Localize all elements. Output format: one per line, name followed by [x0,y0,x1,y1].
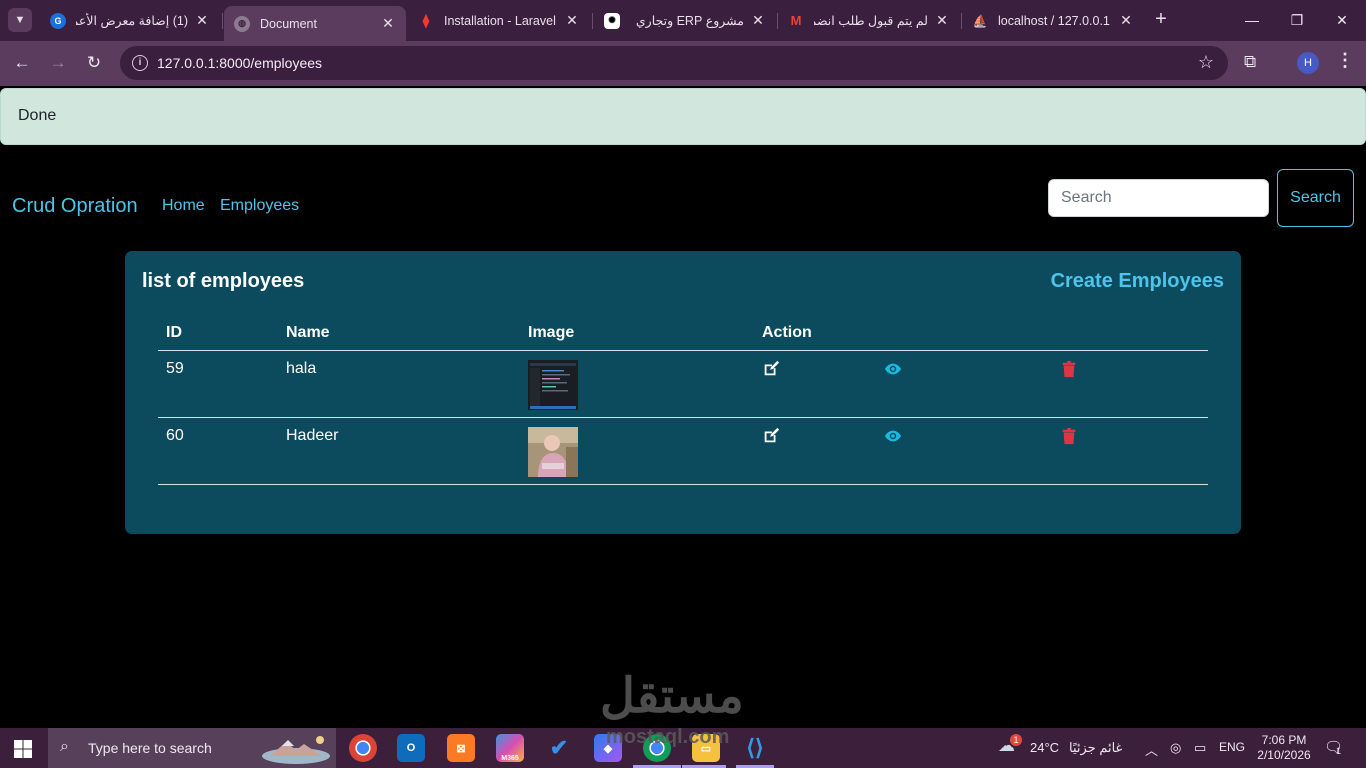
globe-icon: ◍ [234,15,250,32]
bookmark-star-icon[interactable]: ☆ [1198,52,1214,73]
url-text[interactable]: 127.0.0.1:8000/employees [157,55,322,71]
tab-title: Installation - Laravel 1 [444,13,558,28]
chevron-up-icon[interactable]: ︿ [1145,740,1158,759]
laravel-icon: ⧫ [422,12,430,28]
close-icon[interactable]: ✕ [380,15,396,32]
edit-icon[interactable] [762,360,780,378]
table-row: 60 Hadeer [158,418,1208,484]
header-id: ID [166,324,182,341]
phpmyadmin-icon: ⛵ [972,13,988,28]
windows-start-icon[interactable] [14,740,32,758]
tab-title: لم يتم قبول طلب انضمام [814,14,928,28]
header-action: Action [762,324,812,341]
system-clock[interactable]: 7:06 PM 2/10/2026 [1252,733,1316,763]
meet-now-icon[interactable]: ◎ [1170,740,1181,756]
web-page: Done Crud Opration Home Employees Search… [0,86,1366,728]
language-indicator[interactable]: ENG [1219,740,1245,754]
card-title: list of employees [142,270,305,292]
employee-image-thumbnail [528,427,578,477]
taskbar-search-placeholder: Type here to search [88,740,212,756]
cell-id: 59 [166,360,184,377]
watermark-arabic: مستقل [600,670,744,723]
tab-chatgpt[interactable]: ✺ مشروع ERP وتجاري ✕ [594,6,776,35]
tab-title: مشروع ERP وتجاري [635,14,744,28]
restore-icon[interactable]: ❐ [1277,8,1317,32]
weather-condition[interactable]: غائم جزئيًا [1069,740,1122,756]
gmail-icon: M [790,13,802,28]
m365-icon[interactable]: M365 [496,734,524,762]
cell-name: hala [286,360,317,377]
nav-link-employees[interactable]: Employees [220,197,299,215]
tab-title: Document [260,16,317,31]
tab-phpmyadmin[interactable]: ⛵ localhost / 127.0.0.1 / ✕ [962,6,1144,35]
table-row: 59 hala [158,351,1208,417]
network-icon[interactable]: ▭ [1194,740,1206,756]
chatgpt-icon: ✺ [604,12,620,29]
header-name: Name [286,324,330,341]
tab-separator [222,13,223,29]
more-menu-icon[interactable]: ⋮ [1336,50,1354,71]
watermark-latin: mostaql.com [606,726,730,748]
extensions-puzzle-icon[interactable]: ⧉ [1244,52,1256,72]
tab-title: (1) إضافة معرض الأعمال [76,14,188,28]
tab-document[interactable]: ◍ Document ✕ [224,6,406,41]
browser-toolbar: ← → ↻ i 127.0.0.1:8000/employees ☆ ⧉ H ⋮ [0,41,1366,86]
browser-tab-strip: ▼ G (1) إضافة معرض الأعمال ✕ ◍ Document … [0,0,1366,41]
tab-title: localhost / 127.0.0.1 / [998,13,1112,28]
close-icon[interactable]: ✕ [1118,12,1134,29]
employees-card: list of employees Create Employees ID Na… [125,251,1241,534]
success-alert: Done [0,88,1366,145]
tab-gmail[interactable]: M لم يتم قبول طلب انضمام ✕ [778,6,960,35]
address-bar[interactable]: i 127.0.0.1:8000/employees ☆ [120,46,1228,80]
forward-arrow-icon[interactable]: → [46,51,70,75]
close-icon[interactable]: ✕ [194,12,210,29]
tab-mostaql[interactable]: G (1) إضافة معرض الأعمال ✕ [40,6,220,35]
nav-link-home[interactable]: Home [162,197,205,215]
xampp-icon[interactable]: ⊠ [447,734,475,762]
close-icon[interactable]: ✕ [750,12,766,29]
vscode-icon[interactable]: ⟨⟩ [741,734,769,762]
chrome-icon[interactable] [349,734,377,762]
edit-icon[interactable] [762,427,780,445]
tab-search-chevron-icon[interactable]: ▼ [8,8,32,32]
tab-separator [592,13,593,29]
m365-label: M365 [501,755,519,762]
close-icon[interactable]: ✕ [564,12,580,29]
outlook-icon[interactable]: O [397,734,425,762]
search-icon: ⌕ [60,738,69,755]
new-tab-plus-icon[interactable]: + [1152,9,1170,30]
minimize-icon[interactable]: — [1232,8,1272,32]
cell-id: 60 [166,427,184,444]
reload-icon[interactable]: ↻ [82,51,106,75]
close-icon[interactable]: ✕ [934,12,950,29]
todo-check-icon[interactable]: ✔ [545,734,573,762]
mostaql-icon: G [50,12,66,29]
search-highlight-landscape-icon [262,736,330,764]
site-info-icon[interactable]: i [132,55,148,71]
back-arrow-icon[interactable]: ← [10,51,34,75]
taskbar-search-box[interactable]: ⌕ Type here to search [48,728,336,768]
weather-badge: 1 [1010,734,1022,746]
clock-time: 7:06 PM [1261,733,1307,747]
row-divider [158,484,1208,485]
delete-trash-icon[interactable] [1060,427,1078,445]
delete-trash-icon[interactable] [1060,360,1078,378]
clock-date: 2/10/2026 [1257,748,1311,762]
tab-laravel[interactable]: ⧫ Installation - Laravel 1 ✕ [408,6,590,35]
search-input[interactable] [1048,179,1269,217]
view-eye-icon[interactable] [884,360,902,378]
weather-temperature[interactable]: 24°C [1030,740,1059,755]
header-image: Image [528,324,575,341]
view-eye-icon[interactable] [884,427,902,445]
window-close-icon[interactable]: ✕ [1322,8,1362,32]
create-employees-link[interactable]: Create Employees [1051,270,1224,293]
search-button[interactable]: Search [1277,169,1354,227]
notification-count: 1 [1336,746,1342,756]
cell-name: Hadeer [286,427,339,444]
profile-avatar[interactable]: H [1297,52,1319,74]
employee-image-thumbnail [528,360,578,410]
navbar-brand[interactable]: Crud Opration [12,195,138,218]
